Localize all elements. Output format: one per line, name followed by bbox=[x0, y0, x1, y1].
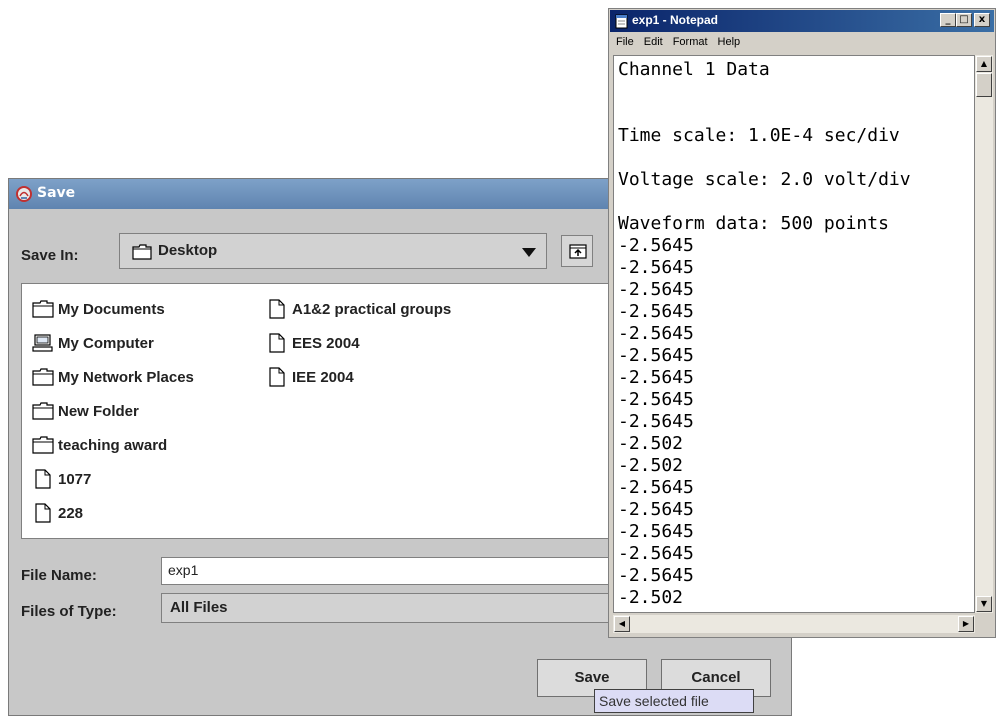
menu-format[interactable]: Format bbox=[668, 33, 713, 53]
menu-help[interactable]: Help bbox=[713, 33, 746, 53]
close-button[interactable]: x bbox=[974, 13, 990, 27]
file-icon bbox=[269, 367, 285, 387]
save-in-value: Desktop bbox=[158, 242, 218, 259]
notepad-window: exp1 - Notepad _ □ x File Edit Format He… bbox=[608, 8, 996, 638]
list-item[interactable]: My Network Places bbox=[32, 366, 194, 388]
list-item-label: New Folder bbox=[58, 402, 139, 420]
list-item[interactable]: teaching award bbox=[32, 434, 167, 456]
notepad-title: exp1 - Notepad bbox=[632, 13, 719, 27]
save-in-label: Save In: bbox=[21, 247, 79, 264]
list-item[interactable]: A1&2 practical groups bbox=[266, 298, 451, 320]
scroll-up-icon[interactable]: ▲ bbox=[976, 56, 992, 72]
notepad-titlebar[interactable]: exp1 - Notepad _ □ x bbox=[610, 10, 994, 32]
vertical-scroll-thumb[interactable] bbox=[976, 73, 992, 97]
list-item[interactable]: EES 2004 bbox=[266, 332, 360, 354]
list-item[interactable]: 1077 bbox=[32, 468, 91, 490]
files-of-type-label: Files of Type: bbox=[21, 603, 117, 620]
files-of-type-value: All Files bbox=[170, 599, 228, 616]
maximize-button[interactable]: □ bbox=[956, 13, 972, 27]
list-item-label: My Computer bbox=[58, 334, 154, 352]
scroll-right-icon[interactable]: ▶ bbox=[958, 616, 974, 632]
file-icon bbox=[35, 503, 51, 523]
list-item-label: teaching award bbox=[58, 436, 168, 454]
list-item-label: IEE 2004 bbox=[292, 368, 354, 386]
save-tooltip: Save selected file bbox=[594, 689, 754, 713]
menu-edit[interactable]: Edit bbox=[639, 33, 668, 53]
folder-icon bbox=[32, 300, 54, 318]
notepad-icon bbox=[615, 14, 628, 29]
list-item-label: EES 2004 bbox=[292, 334, 360, 352]
save-dialog-title: Save bbox=[37, 185, 76, 201]
file-name-input[interactable]: exp1 bbox=[161, 557, 613, 585]
computer-icon bbox=[32, 334, 53, 352]
menu-file[interactable]: File bbox=[611, 33, 639, 53]
list-item[interactable]: New Folder bbox=[32, 400, 139, 422]
list-item-label: 1077 bbox=[58, 470, 92, 488]
list-item-label: 228 bbox=[58, 504, 84, 522]
folder-icon bbox=[32, 368, 54, 386]
list-item-label: My Documents bbox=[58, 300, 165, 318]
folder-icon bbox=[132, 244, 152, 260]
horizontal-scrollbar[interactable]: ◀ ▶ bbox=[613, 615, 975, 633]
scroll-down-icon[interactable]: ▼ bbox=[976, 596, 992, 612]
up-folder-icon bbox=[569, 244, 587, 259]
file-icon bbox=[35, 469, 51, 489]
list-item[interactable]: My Computer bbox=[32, 332, 154, 354]
file-list[interactable]: My Documents My Computer My Network Plac… bbox=[21, 283, 615, 539]
notepad-menubar: File Edit Format Help bbox=[611, 33, 993, 53]
list-item[interactable]: My Documents bbox=[32, 298, 165, 320]
file-icon bbox=[269, 299, 285, 319]
list-item-label: My Network Places bbox=[58, 368, 194, 386]
list-item[interactable]: IEE 2004 bbox=[266, 366, 354, 388]
notepad-text-content: Channel 1 Data Time scale: 1.0E-4 sec/di… bbox=[618, 59, 911, 608]
save-in-dropdown[interactable]: Desktop bbox=[119, 233, 547, 269]
resize-grip[interactable] bbox=[975, 615, 993, 633]
chevron-down-icon[interactable] bbox=[522, 248, 536, 257]
files-of-type-dropdown[interactable]: All Files bbox=[161, 593, 613, 623]
scroll-left-icon[interactable]: ◀ bbox=[614, 616, 630, 632]
folder-icon bbox=[32, 436, 54, 454]
file-icon bbox=[269, 333, 285, 353]
folder-icon bbox=[32, 402, 54, 420]
minimize-button[interactable]: _ bbox=[940, 13, 956, 27]
list-item-label: A1&2 practical groups bbox=[292, 300, 452, 318]
java-app-icon bbox=[16, 186, 32, 202]
vertical-scrollbar[interactable]: ▲ ▼ bbox=[975, 55, 993, 613]
list-item[interactable]: 228 bbox=[32, 502, 83, 524]
notepad-text-area[interactable]: Channel 1 Data Time scale: 1.0E-4 sec/di… bbox=[613, 55, 975, 613]
up-one-level-button[interactable] bbox=[561, 235, 593, 267]
file-name-label: File Name: bbox=[21, 567, 97, 584]
